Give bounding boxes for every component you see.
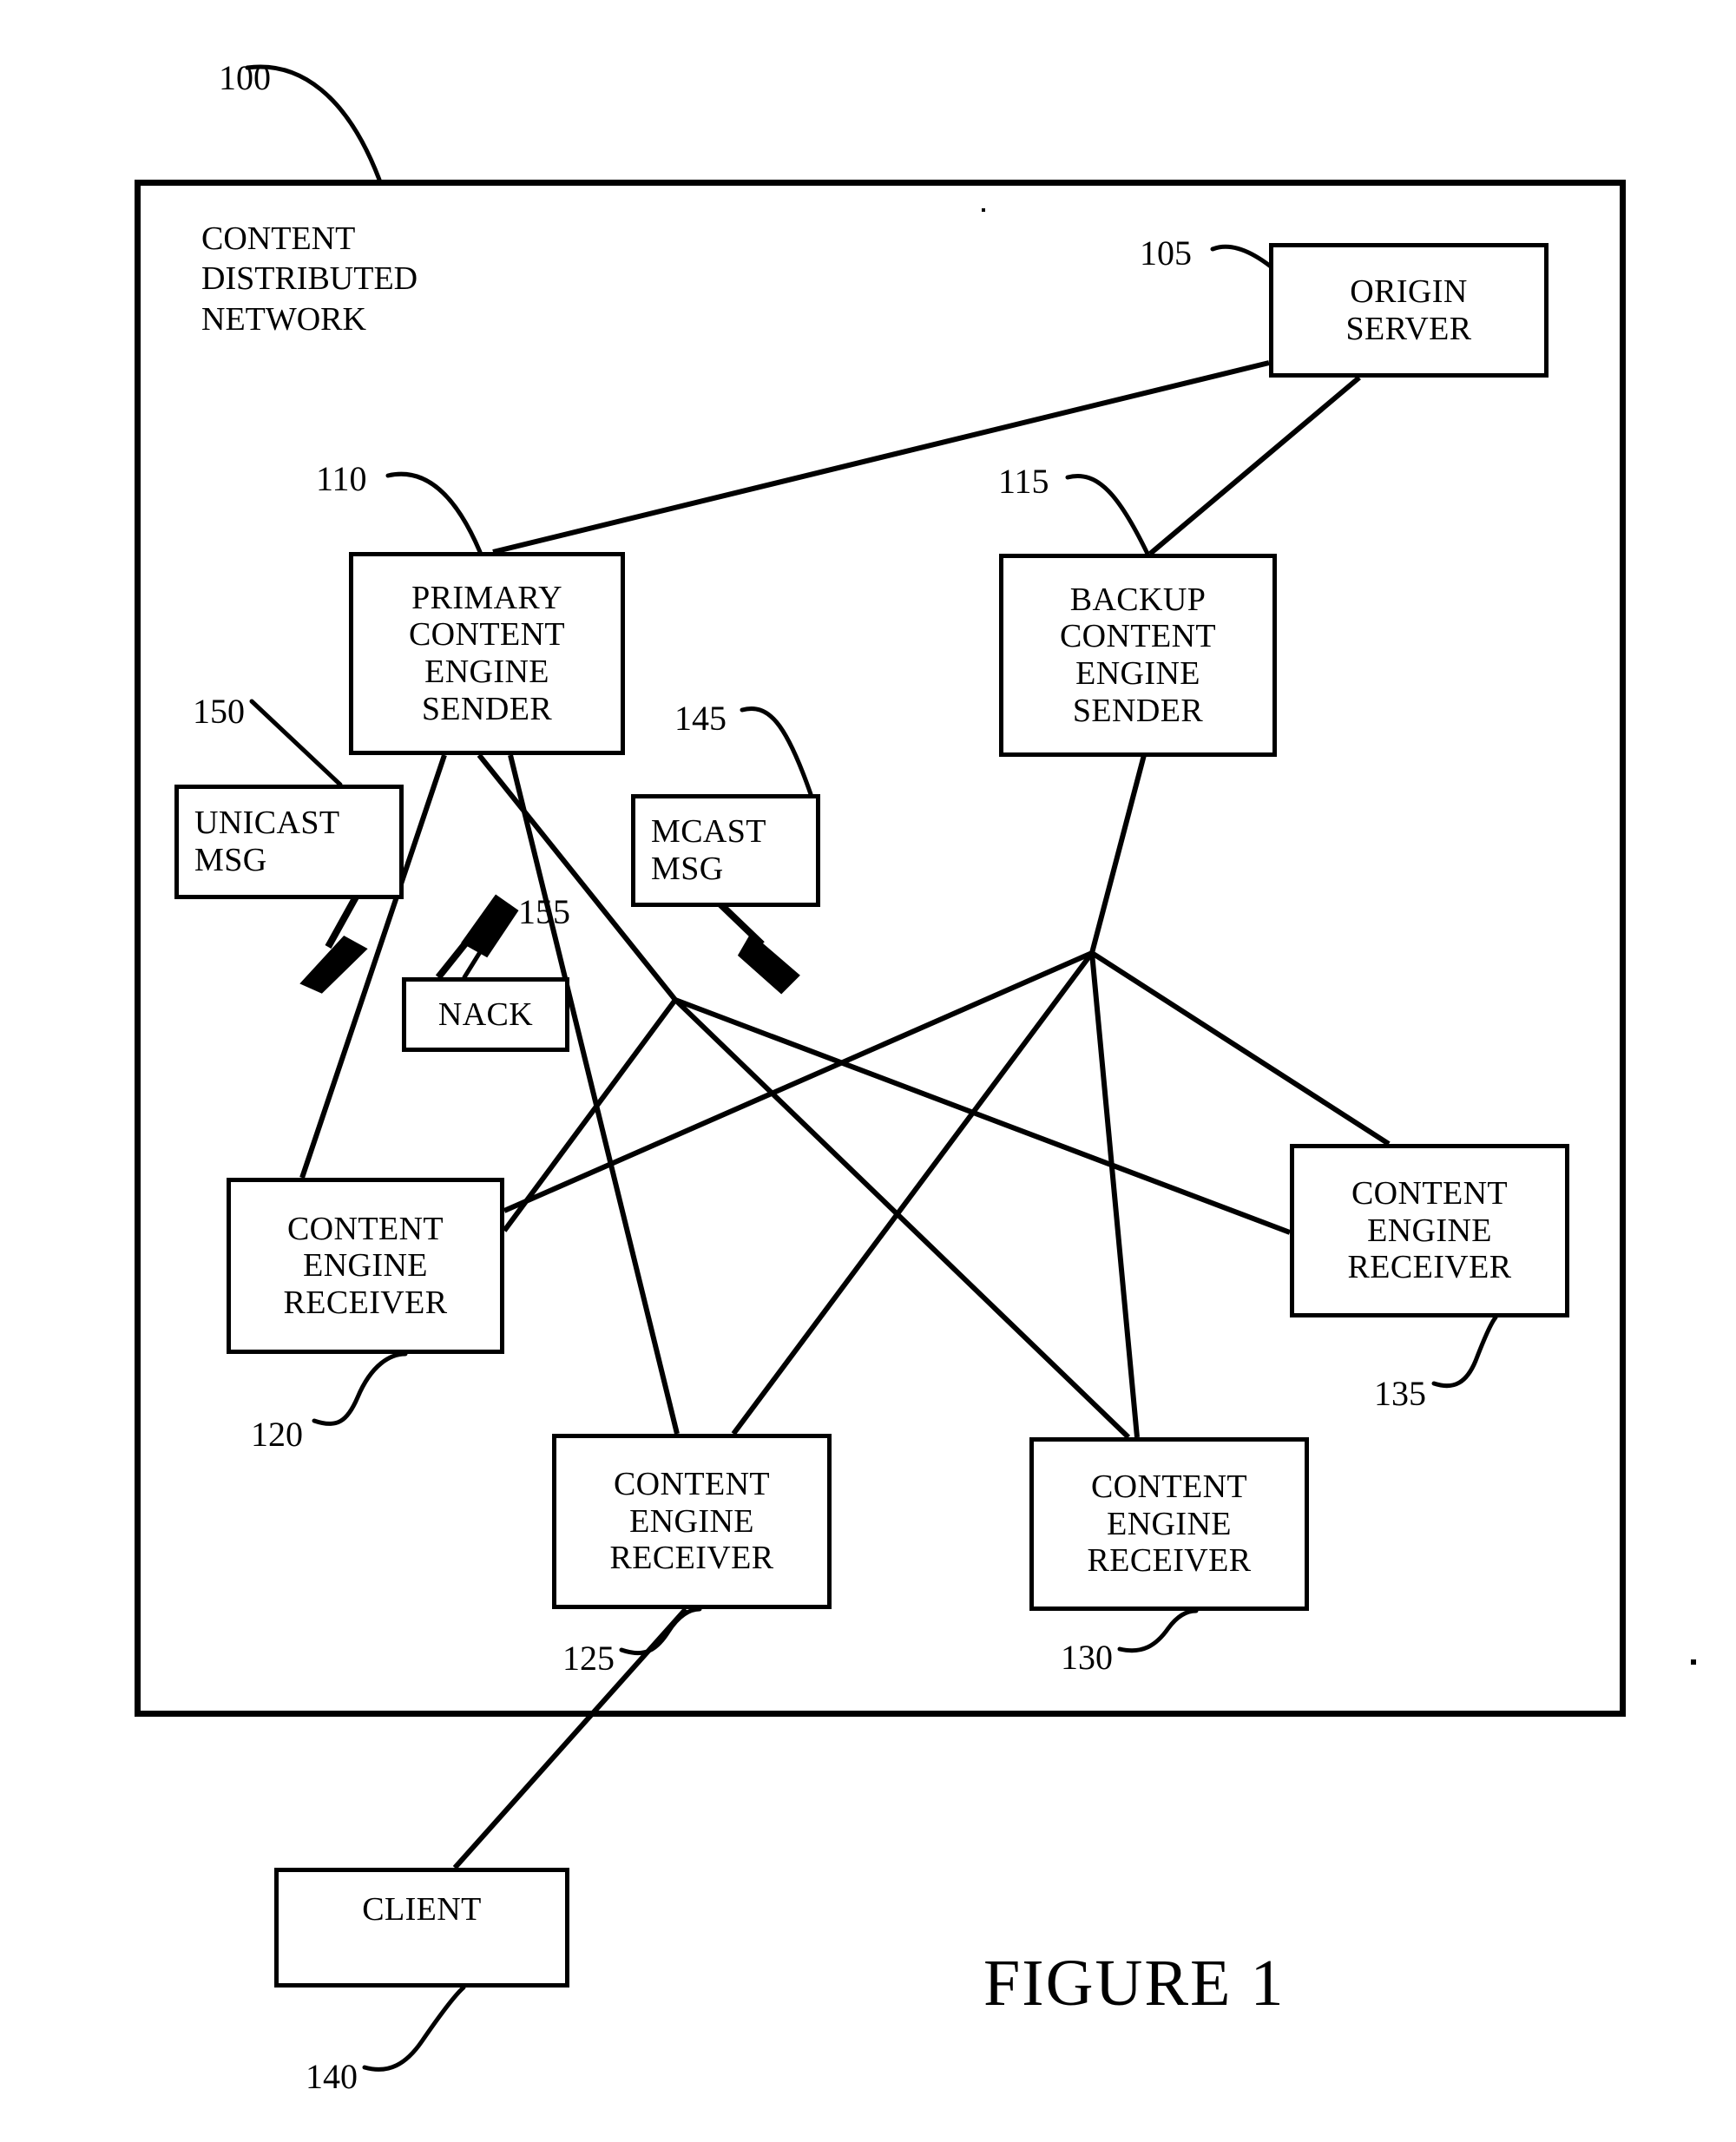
backup-sender-line-2: CONTENT xyxy=(1059,618,1217,655)
nack-box[interactable]: NACK xyxy=(402,977,569,1052)
reference-numeral-150: 150 xyxy=(193,692,245,731)
primary-sender-line-4: SENDER xyxy=(421,690,553,727)
backup-sender-line-3: ENGINE xyxy=(1075,655,1200,692)
content-engine-receiver-125-box[interactable]: CONTENT ENGINE RECEIVER xyxy=(552,1434,832,1609)
reference-numeral-115: 115 xyxy=(998,462,1049,501)
unicast-msg-line-2: MSG xyxy=(194,842,267,878)
nack-line-1: NACK xyxy=(437,995,534,1033)
reference-numeral-130: 130 xyxy=(1061,1638,1113,1677)
leader-140 xyxy=(362,1985,466,2072)
scan-speck-top xyxy=(982,208,985,212)
mcast-msg-line-2: MSG xyxy=(651,851,724,887)
origin-server-line-2: SERVER xyxy=(1345,310,1472,347)
primary-sender-line-1: PRIMARY xyxy=(411,579,562,616)
reference-numeral-140: 140 xyxy=(306,2057,358,2096)
cdn-label-line-3: NETWORK xyxy=(201,300,366,338)
cer130-line-2: ENGINE xyxy=(1107,1505,1232,1542)
content-distributed-network-label: CONTENT DISTRIBUTED NETWORK xyxy=(201,219,418,339)
primary-sender-line-2: CONTENT xyxy=(408,616,566,654)
backup-sender-line-4: SENDER xyxy=(1072,692,1204,729)
primary-sender-line-3: ENGINE xyxy=(424,654,549,690)
content-distributed-network-frame xyxy=(135,180,1626,1717)
scan-speck-right xyxy=(1691,1659,1696,1665)
reference-numeral-155: 155 xyxy=(518,892,570,931)
cer130-line-3: RECEIVER xyxy=(1087,1542,1252,1580)
cer130-line-1: CONTENT xyxy=(1090,1469,1248,1506)
client-box[interactable]: CLIENT xyxy=(274,1868,569,1988)
unicast-msg-line-1: UNICAST xyxy=(194,805,340,842)
figure-caption: FIGURE 1 xyxy=(983,1947,1286,2020)
origin-server-line-1: ORIGIN xyxy=(1350,273,1468,310)
cer125-line-2: ENGINE xyxy=(629,1502,754,1540)
content-engine-receiver-130-box[interactable]: CONTENT ENGINE RECEIVER xyxy=(1029,1437,1309,1611)
cer120-line-2: ENGINE xyxy=(303,1247,428,1285)
cer135-line-2: ENGINE xyxy=(1367,1212,1492,1249)
cer135-line-1: CONTENT xyxy=(1351,1175,1509,1212)
cer125-line-3: RECEIVER xyxy=(609,1540,774,1577)
reference-numeral-120: 120 xyxy=(251,1415,303,1454)
unicast-msg-box[interactable]: UNICAST MSG xyxy=(174,785,404,899)
reference-numeral-135: 135 xyxy=(1374,1374,1426,1413)
patent-figure-page: CONTENT DISTRIBUTED NETWORK ORIGIN SERVE… xyxy=(0,0,1736,2142)
reference-numeral-110: 110 xyxy=(316,459,367,498)
reference-numeral-105: 105 xyxy=(1140,233,1192,273)
primary-content-engine-sender-box[interactable]: PRIMARY CONTENT ENGINE SENDER xyxy=(349,552,625,755)
content-engine-receiver-120-box[interactable]: CONTENT ENGINE RECEIVER xyxy=(227,1178,504,1354)
client-line-1: CLIENT xyxy=(362,1891,482,1928)
mcast-msg-box[interactable]: MCAST MSG xyxy=(631,794,820,907)
content-engine-receiver-135-box[interactable]: CONTENT ENGINE RECEIVER xyxy=(1290,1144,1569,1317)
cdn-label-line-1: CONTENT xyxy=(201,220,356,257)
cer120-line-3: RECEIVER xyxy=(283,1284,448,1321)
cer120-line-1: CONTENT xyxy=(286,1210,444,1247)
reference-numeral-100: 100 xyxy=(219,58,271,97)
cer135-line-3: RECEIVER xyxy=(1347,1249,1512,1286)
mcast-msg-line-1: MCAST xyxy=(651,813,766,851)
backup-content-engine-sender-box[interactable]: BACKUP CONTENT ENGINE SENDER xyxy=(999,554,1277,757)
cdn-label-line-2: DISTRIBUTED xyxy=(201,260,418,298)
origin-server-box[interactable]: ORIGIN SERVER xyxy=(1269,243,1549,378)
reference-numeral-125: 125 xyxy=(562,1639,615,1678)
reference-numeral-145: 145 xyxy=(674,699,727,738)
backup-sender-line-1: BACKUP xyxy=(1069,581,1207,618)
cer125-line-1: CONTENT xyxy=(613,1466,771,1503)
